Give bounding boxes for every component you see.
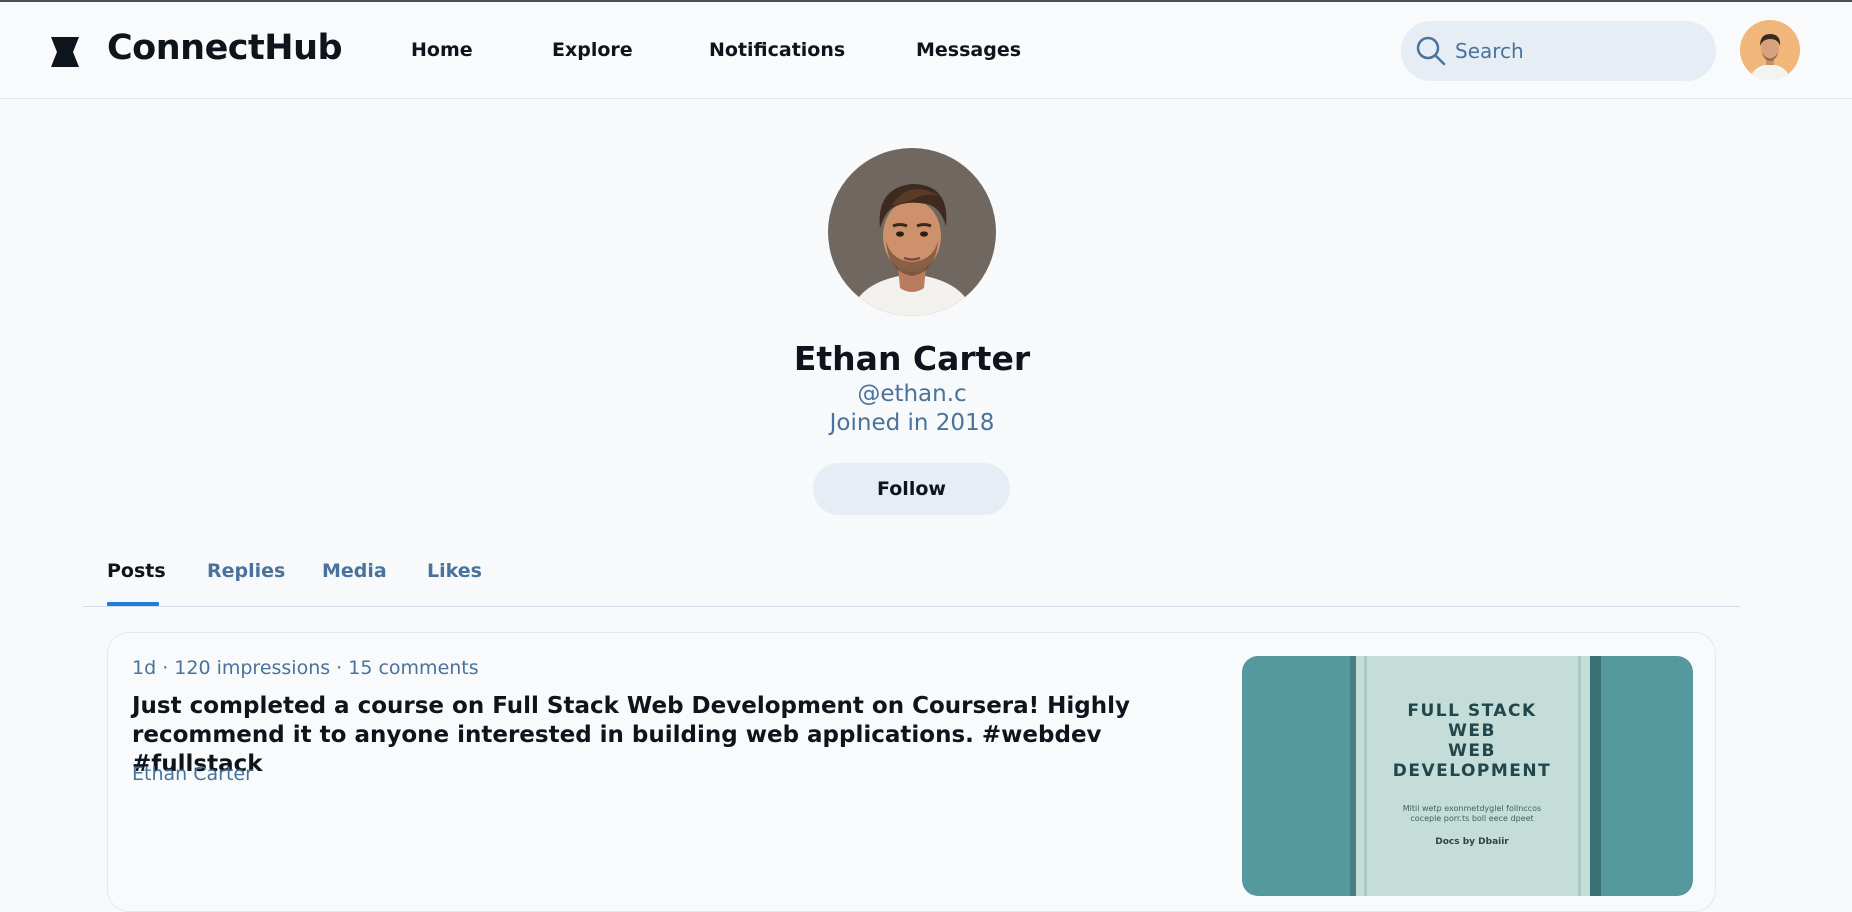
- post-meta: 1d · 120 impressions · 15 comments: [132, 657, 479, 679]
- profile-name: Ethan Carter: [793, 339, 1031, 378]
- top-header: ConnectHub Home Explore Notifications Me…: [0, 2, 1852, 99]
- book-subtitle-line: Mltii wetp exonmetdyglel follnccos: [1403, 804, 1541, 813]
- post-body: Just completed a course on Full Stack We…: [132, 693, 1130, 777]
- logo-icon[interactable]: [51, 37, 79, 67]
- profile-photo: [828, 148, 996, 316]
- nav-home[interactable]: Home: [411, 39, 473, 61]
- active-tab-indicator: [107, 602, 159, 606]
- nav-messages[interactable]: Messages: [916, 39, 1021, 61]
- search-box[interactable]: [1401, 21, 1716, 81]
- search-icon: [1416, 36, 1446, 66]
- book-subtitle-line: coceple porr.ts boll eece dpeet: [1410, 814, 1533, 823]
- tab-replies[interactable]: Replies: [207, 560, 285, 582]
- nav-notifications[interactable]: Notifications: [709, 39, 845, 61]
- tab-media[interactable]: Media: [322, 560, 387, 582]
- profile-tabs: Posts Replies Media Likes: [83, 556, 1740, 607]
- post-image[interactable]: FULL STACK WEB WEB DEVELOPMENT Mltii wet…: [1242, 656, 1693, 896]
- profile-handle: @ethan.c: [857, 381, 967, 407]
- post-card[interactable]: 1d · 120 impressions · 15 comments Just …: [107, 632, 1716, 912]
- book-title-line: DEVELOPMENT: [1393, 761, 1552, 781]
- brand-name[interactable]: ConnectHub: [107, 28, 343, 68]
- book-title-line: WEB: [1448, 721, 1496, 741]
- book-title-line: WEB: [1448, 741, 1496, 761]
- tab-posts[interactable]: Posts: [107, 560, 166, 582]
- search-input[interactable]: [1455, 35, 1695, 67]
- tab-likes[interactable]: Likes: [427, 560, 482, 582]
- book-byline: Docs by Dbaiir: [1435, 837, 1509, 847]
- book-title-line: FULL STACK: [1407, 701, 1536, 721]
- profile-joined-date: Joined in 2018: [829, 410, 995, 436]
- user-avatar[interactable]: [1740, 20, 1800, 80]
- follow-button[interactable]: Follow: [813, 463, 1010, 515]
- post-author[interactable]: Ethan Carter: [132, 763, 253, 785]
- nav-explore[interactable]: Explore: [552, 39, 633, 61]
